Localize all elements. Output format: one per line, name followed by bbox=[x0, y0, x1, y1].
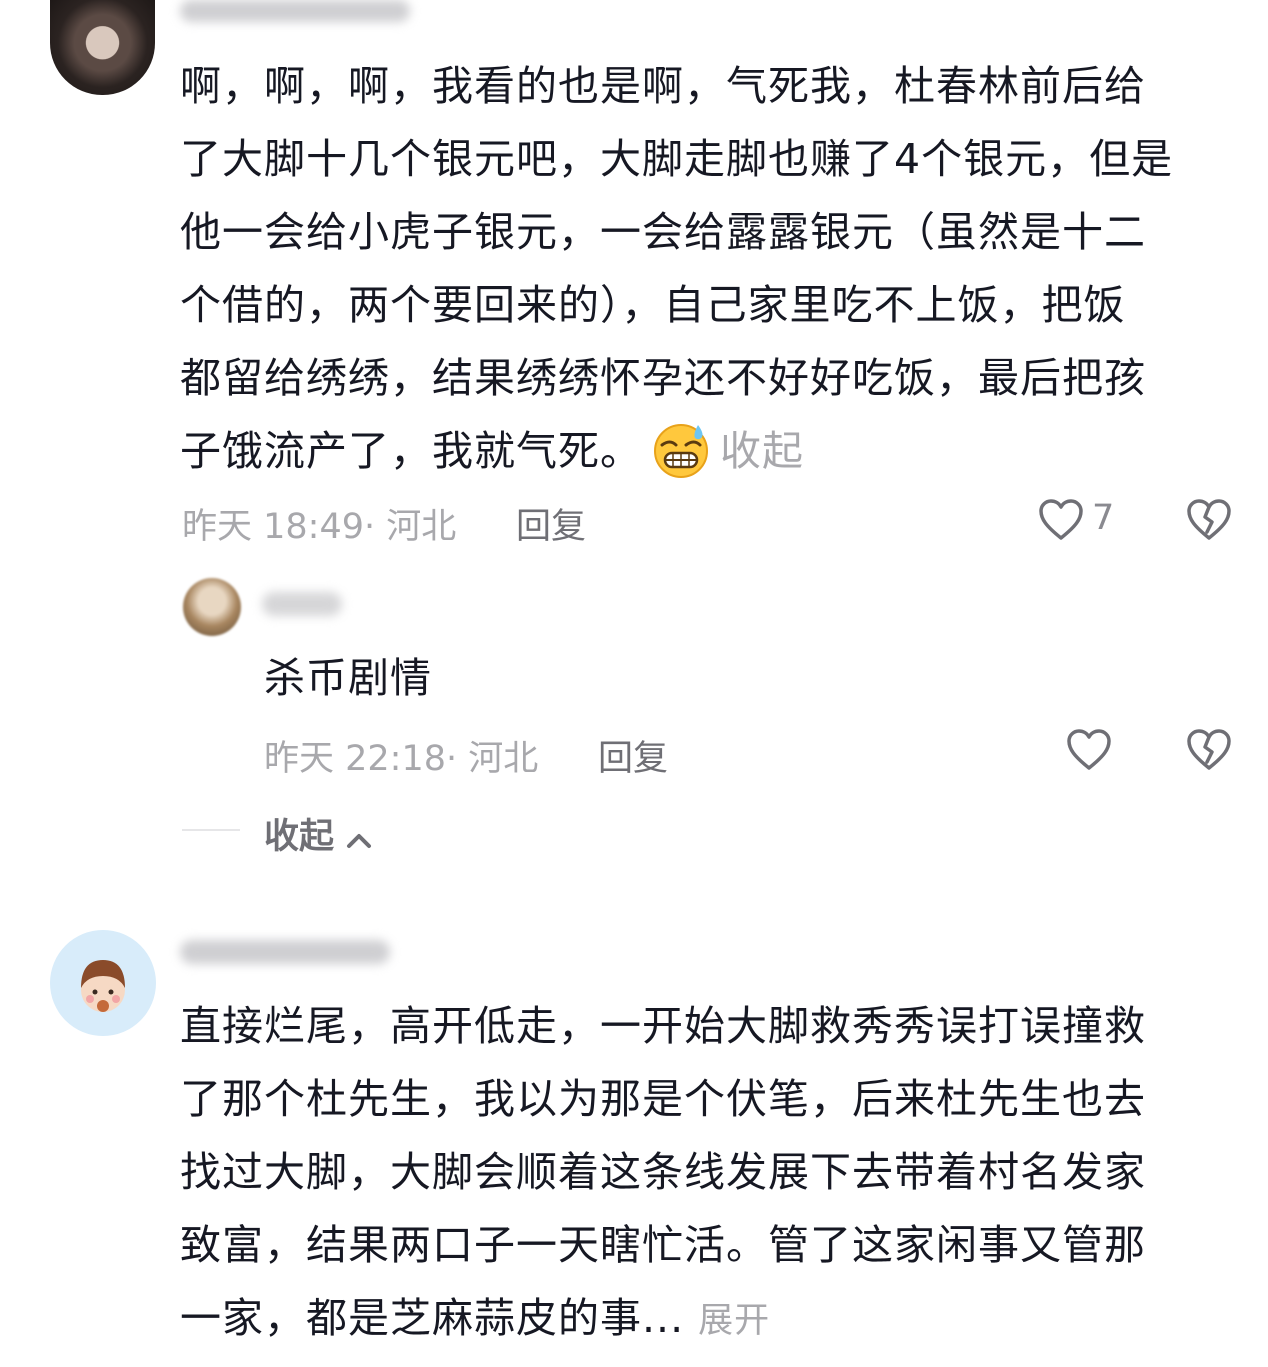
reply-meta: 昨天 22:18· 河北 bbox=[264, 739, 539, 779]
comment-line: 一家，都是芝麻蒜皮的事... bbox=[180, 1294, 685, 1342]
reply-button[interactable]: 回复 bbox=[598, 730, 668, 781]
expand-text-link[interactable]: 展开 bbox=[698, 1301, 770, 1341]
comment-line-last: 一家，都是芝麻蒜皮的事... 展开 bbox=[180, 1282, 1240, 1358]
like-heart-icon[interactable] bbox=[1066, 728, 1112, 772]
reply-avatar[interactable] bbox=[183, 578, 241, 636]
chevron-up-icon bbox=[345, 830, 373, 850]
comment-line: 子饿流产了，我就气死。 bbox=[180, 427, 642, 475]
comment-line: 他一会给小虎子银元，一会给露露银元（虽然是十二 bbox=[180, 208, 1146, 256]
collapse-replies-button[interactable]: 收起 bbox=[264, 808, 373, 857]
comment-line: 致富，结果两口子一天瞎忙活。管了这家闲事又管那 bbox=[180, 1221, 1146, 1269]
comment-line: 啊，啊，啊，我看的也是啊，气死我，杜春林前后给 bbox=[180, 62, 1146, 110]
comment-line: 了那个杜先生，我以为那是个伏笔，后来杜先生也去 bbox=[180, 1075, 1146, 1123]
collapse-replies-label: 收起 bbox=[264, 817, 335, 857]
comment-text: 直接烂尾，高开低走，一开始大脚救秀秀误打误撞救 了那个杜先生，我以为那是个伏笔，… bbox=[180, 990, 1240, 1358]
avatar[interactable] bbox=[50, 930, 156, 1036]
comment-line: 都留给绣绣，结果绣绣怀孕还不好好吃饭，最后把孩 bbox=[180, 354, 1146, 402]
collapse-text-link[interactable]: 收起 bbox=[720, 427, 804, 475]
reply-username-blurred[interactable] bbox=[262, 592, 342, 616]
username-blurred[interactable] bbox=[180, 0, 410, 22]
reply-button[interactable]: 回复 bbox=[516, 498, 586, 549]
grinning-sweat-emoji-icon bbox=[652, 421, 710, 479]
comment-line-last: 子饿流产了，我就气死。 收起 bbox=[180, 415, 1240, 488]
thread-divider bbox=[182, 829, 240, 831]
comment-line: 个借的，两个要回来的），自己家里吃不上饭，把饭 bbox=[180, 281, 1126, 329]
reply-text: 杀币剧情 bbox=[264, 654, 432, 702]
dislike-broken-heart-icon[interactable] bbox=[1186, 498, 1232, 542]
dislike-broken-heart-icon[interactable] bbox=[1186, 728, 1232, 772]
like-heart-icon[interactable] bbox=[1038, 498, 1084, 542]
comment-line: 了大脚十几个银元吧，大脚走脚也赚了4个银元，但是 bbox=[180, 135, 1174, 183]
like-count: 7 bbox=[1092, 498, 1115, 538]
username-blurred[interactable] bbox=[180, 940, 390, 964]
avatar[interactable] bbox=[50, 0, 155, 95]
comment-text: 啊，啊，啊，我看的也是啊，气死我，杜春林前后给 了大脚十几个银元吧，大脚走脚也赚… bbox=[180, 50, 1240, 488]
comment-meta: 昨天 18:49· 河北 bbox=[182, 507, 457, 547]
comment-line: 直接烂尾，高开低走，一开始大脚救秀秀误打误撞救 bbox=[180, 1002, 1146, 1050]
comment-line: 找过大脚，大脚会顺着这条线发展下去带着村名发家 bbox=[180, 1148, 1146, 1196]
